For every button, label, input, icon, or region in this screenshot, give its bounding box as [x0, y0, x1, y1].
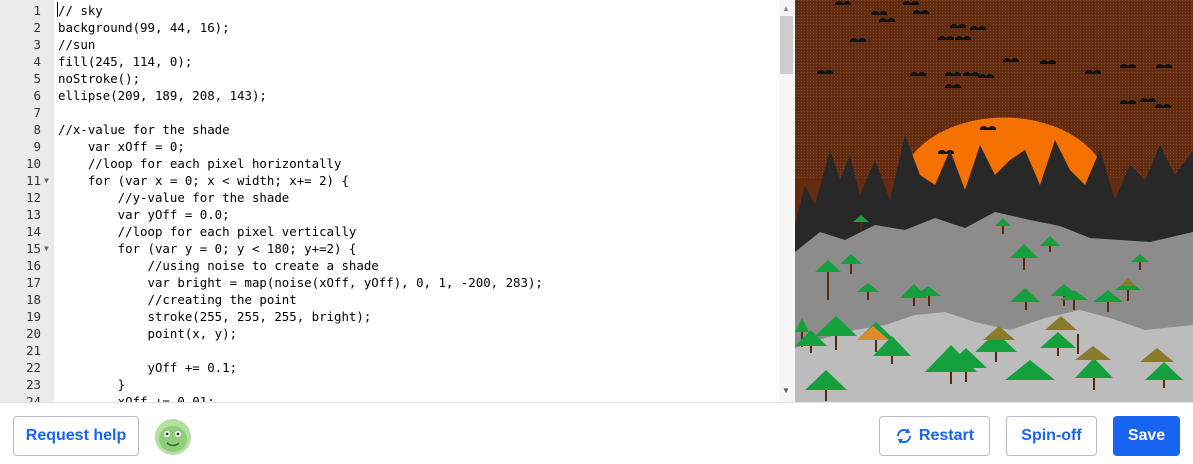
line-number: 1 [33, 3, 41, 18]
code-line[interactable]: 1 // sky [0, 2, 780, 19]
code-line[interactable]: 15 ▼ for (var y = 0; y < 180; y+=2) { [0, 240, 780, 257]
code-line[interactable]: 13 var yOff = 0.0; [0, 206, 780, 223]
code-line[interactable]: 12 //y-value for the shade [0, 189, 780, 206]
program-output-drawing [795, 0, 1193, 402]
code-line[interactable]: 11 ▼ for (var x = 0; x < width; x+= 2) { [0, 172, 780, 189]
save-button[interactable]: Save [1113, 416, 1180, 456]
code-line[interactable]: 20 point(x, y); [0, 325, 780, 342]
line-number: 9 [33, 139, 41, 154]
code-text: //creating the point [58, 292, 297, 307]
code-line[interactable]: 7 [0, 104, 780, 121]
line-number: 13 [26, 207, 41, 222]
line-number: 6 [33, 88, 41, 103]
code-text: xOff += 0.01; [58, 394, 215, 402]
line-number: 4 [33, 54, 41, 69]
code-line[interactable]: 5 noStroke(); [0, 70, 780, 87]
code-line[interactable]: 3 //sun [0, 36, 780, 53]
code-line[interactable]: 2 background(99, 44, 16); [0, 19, 780, 36]
code-line[interactable]: 17 var bright = map(noise(xOff, yOff), 0… [0, 274, 780, 291]
fold-toggle-icon[interactable]: ▼ [44, 240, 49, 257]
code-text: //loop for each pixel vertically [58, 224, 357, 239]
code-text: for (var x = 0; x < width; x+= 2) { [58, 173, 349, 188]
restart-icon [896, 428, 911, 444]
fold-toggle-icon[interactable]: ▼ [44, 172, 49, 189]
code-text: point(x, y); [58, 326, 238, 341]
code-editor[interactable]: 1 // sky 2 background(99, 44, 16); 3 //sun 4 fi… [0, 0, 795, 402]
code-text: //loop for each pixel horizontally [58, 156, 342, 171]
spin-off-button[interactable]: Spin-off [1006, 416, 1097, 456]
code-text: var bright = map(noise(xOff, yOff), 0, 1… [58, 275, 543, 290]
code-line[interactable]: 8 //x-value for the shade [0, 121, 780, 138]
line-number: 24 [26, 394, 41, 402]
line-number: 23 [26, 377, 41, 392]
code-text: // sky [58, 3, 103, 18]
code-text: //y-value for the shade [58, 190, 290, 205]
code-text: //sun [58, 37, 96, 52]
code-line[interactable]: 16 //using noise to create a shade [0, 257, 780, 274]
line-number: 17 [26, 275, 41, 290]
line-number: 21 [26, 343, 41, 358]
line-number: 16 [26, 258, 41, 273]
code-lines[interactable]: 1 // sky 2 background(99, 44, 16); 3 //sun 4 fi… [0, 2, 780, 402]
code-text: stroke(255, 255, 255, bright); [58, 309, 372, 324]
output-canvas[interactable] [795, 0, 1193, 402]
scrollbar-thumb[interactable] [780, 16, 793, 74]
code-line[interactable]: 6 ellipse(209, 189, 208, 143); [0, 87, 780, 104]
code-line[interactable]: 24 xOff += 0.01; [0, 393, 780, 402]
code-text: yOff += 0.1; [58, 360, 238, 375]
code-line[interactable]: 9 var xOff = 0; [0, 138, 780, 155]
code-text: var xOff = 0; [58, 139, 185, 154]
line-number: 11 [26, 173, 41, 188]
scroll-down-icon[interactable]: ▼ [782, 386, 790, 395]
line-number: 7 [33, 105, 41, 120]
line-number: 8 [33, 122, 41, 137]
avatar [155, 419, 191, 455]
line-number: 12 [26, 190, 41, 205]
code-line[interactable]: 19 stroke(255, 255, 255, bright); [0, 308, 780, 325]
line-number: 10 [26, 156, 41, 171]
line-number: 22 [26, 360, 41, 375]
restart-button[interactable]: Restart [879, 416, 990, 456]
code-line[interactable]: 14 //loop for each pixel vertically [0, 223, 780, 240]
line-number: 15 [26, 241, 41, 256]
line-number: 14 [26, 224, 41, 239]
code-text: } [58, 377, 126, 392]
line-number: 5 [33, 71, 41, 86]
bottom-toolbar: Request help Restart Spin-off Save [0, 402, 1193, 464]
line-number: 2 [33, 20, 41, 35]
line-number: 3 [33, 37, 41, 52]
line-number: 18 [26, 292, 41, 307]
code-text: //using noise to create a shade [58, 258, 379, 273]
code-line[interactable]: 4 fill(245, 114, 0); [0, 53, 780, 70]
code-line[interactable]: 18 //creating the point [0, 291, 780, 308]
request-help-button[interactable]: Request help [13, 416, 139, 456]
text-cursor [57, 2, 58, 17]
restart-label: Restart [918, 427, 975, 444]
code-text: var yOff = 0.0; [58, 207, 230, 222]
code-line[interactable]: 10 //loop for each pixel horizontally [0, 155, 780, 172]
code-line[interactable]: 23 } [0, 376, 780, 393]
code-line[interactable]: 22 yOff += 0.1; [0, 359, 780, 376]
editor-scrollbar[interactable]: ▲ ▼ [779, 0, 795, 402]
code-text: ellipse(209, 189, 208, 143); [58, 88, 267, 103]
scroll-up-icon[interactable]: ▲ [782, 4, 790, 13]
line-number: 19 [26, 309, 41, 324]
code-text: background(99, 44, 16); [58, 20, 230, 35]
code-text: //x-value for the shade [58, 122, 230, 137]
code-text: for (var y = 0; y < 180; y+=2) { [58, 241, 357, 256]
code-line[interactable]: 21 [0, 342, 780, 359]
code-text: fill(245, 114, 0); [58, 54, 193, 69]
code-text: noStroke(); [58, 71, 141, 86]
line-number: 20 [26, 326, 41, 341]
